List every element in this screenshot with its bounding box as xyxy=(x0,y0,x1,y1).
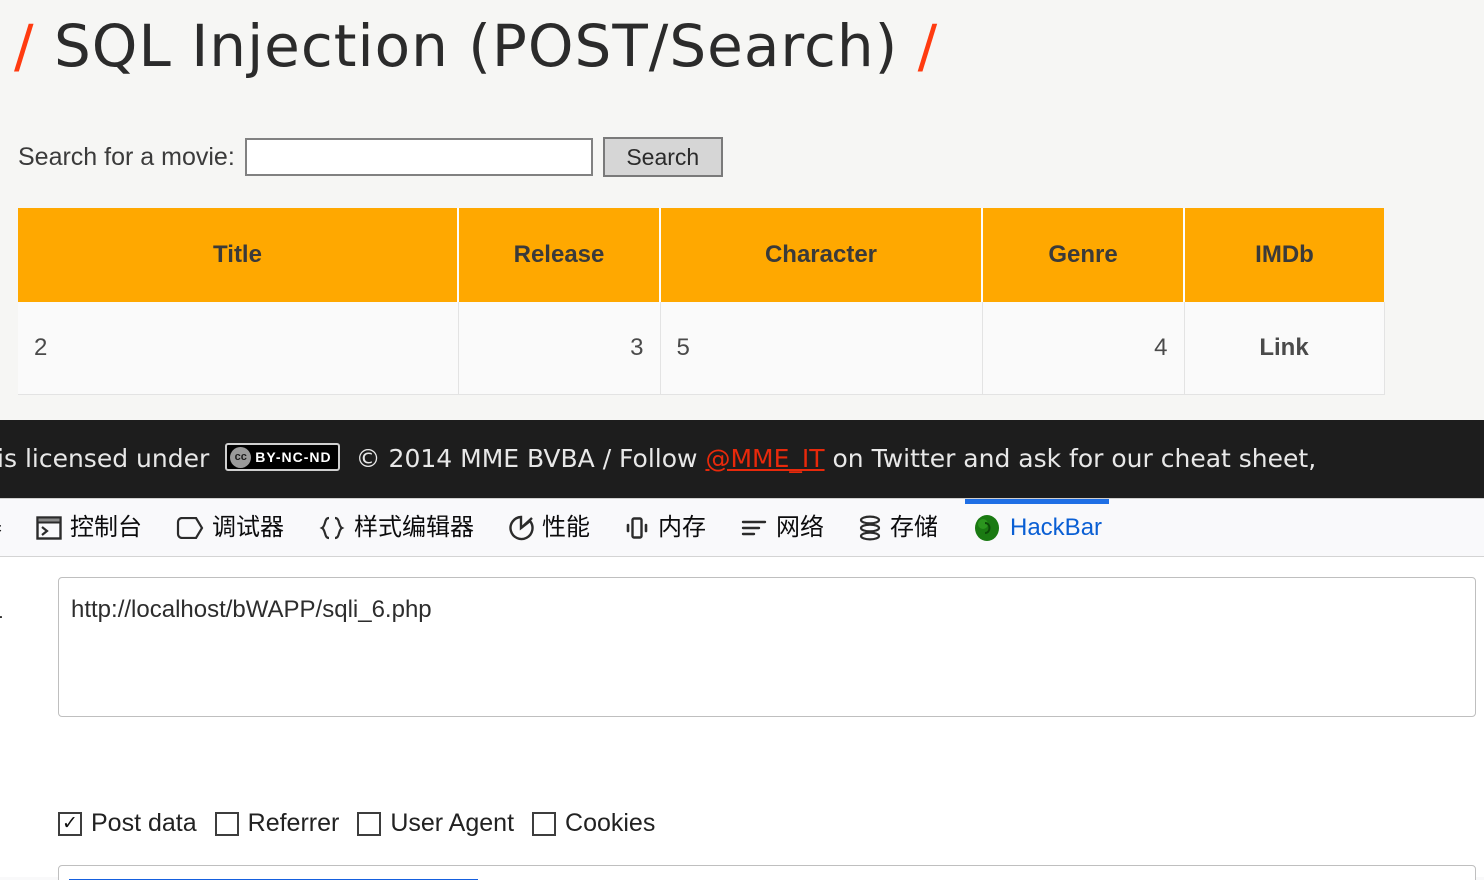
tab-console[interactable]: 控制台 xyxy=(19,499,159,556)
hackbar-options-row: ✓ Post data Referrer User Agent Cookies xyxy=(58,809,673,838)
tab-performance[interactable]: 性能 xyxy=(491,499,607,556)
tab-performance-label: 性能 xyxy=(542,513,590,541)
page-footer: P is licensed under cc BY-NC-ND © 2014 M… xyxy=(0,420,1484,498)
checkbox-cookies-box[interactable] xyxy=(532,811,557,836)
style-editor-icon xyxy=(318,516,346,540)
devtools-panel: 器 控制台 调试器 xyxy=(0,498,1484,880)
tab-storage-label: 存储 xyxy=(890,513,938,541)
tab-console-label: 控制台 xyxy=(70,513,142,541)
title-slash-right: / xyxy=(917,12,939,80)
checkbox-referrer-label: Referrer xyxy=(247,809,340,837)
hackbar-url-row: RL L xyxy=(0,577,1484,717)
performance-icon xyxy=(508,515,534,541)
tab-memory[interactable]: 内存 xyxy=(607,499,723,556)
debugger-icon xyxy=(176,516,204,539)
page-title-text: SQL Injection (POST/Search) xyxy=(53,12,899,80)
cell-release: 3 xyxy=(458,302,661,395)
hackbar-panel: RL L ✓ Post data Referrer User Agent xyxy=(0,557,1484,880)
screen-root: / SQL Injection (POST/Search) / Search f… xyxy=(0,0,1484,880)
tab-inspector[interactable]: 器 xyxy=(0,499,19,556)
cell-imdb-link[interactable]: Link xyxy=(1184,302,1385,395)
checkbox-user-agent[interactable]: User Agent xyxy=(357,809,514,838)
checkbox-cookies-label: Cookies xyxy=(565,809,656,837)
search-input[interactable] xyxy=(244,138,593,176)
footer-copyright: © 2014 MME BVBA / Follow xyxy=(355,444,698,473)
url-label: RL xyxy=(0,599,3,623)
tab-style-editor-label: 样式编辑器 xyxy=(354,513,474,541)
column-header-title[interactable]: Title xyxy=(18,208,459,302)
tab-network-label: 网络 xyxy=(776,513,824,541)
tab-debugger-label: 调试器 xyxy=(212,513,284,541)
memory-icon xyxy=(624,516,650,540)
tab-network[interactable]: 网络 xyxy=(723,499,841,556)
tab-style-editor[interactable]: 样式编辑器 xyxy=(301,499,491,556)
checkbox-user-agent-box[interactable] xyxy=(357,811,382,836)
column-header-imdb[interactable]: IMDb xyxy=(1184,208,1384,302)
column-header-release[interactable]: Release xyxy=(458,208,661,302)
checkbox-user-agent-label: User Agent xyxy=(390,809,515,837)
page-title: / SQL Injection (POST/Search) / xyxy=(14,2,938,90)
storage-icon xyxy=(858,514,882,541)
checkbox-post-data-label: Post data xyxy=(91,809,197,837)
checkbox-referrer-box[interactable] xyxy=(214,811,239,836)
devtools-tabbar: 器 控制台 调试器 xyxy=(0,499,1484,557)
tab-hackbar[interactable]: HackBar xyxy=(955,499,1119,556)
checkbox-post-data-box[interactable]: ✓ xyxy=(58,811,82,836)
search-button[interactable]: Search xyxy=(602,137,723,177)
tab-inspector-label: 器 xyxy=(0,515,2,540)
hackbar-icon xyxy=(972,513,1002,543)
post-data-input[interactable]: title=1%'union select 1,2,3,4,5,6,7 #+ xyxy=(58,865,1476,880)
console-icon xyxy=(36,515,62,540)
tab-hackbar-label: HackBar xyxy=(1010,513,1103,541)
creative-commons-badge-icon: cc BY-NC-ND xyxy=(225,443,340,471)
column-header-genre[interactable]: Genre xyxy=(982,208,1185,302)
title-slash-left: / xyxy=(14,12,35,80)
cell-title: 2 xyxy=(18,302,459,395)
footer-text: P is licensed under cc BY-NC-ND © 2014 M… xyxy=(0,443,1317,474)
bwapp-page: / SQL Injection (POST/Search) / Search f… xyxy=(0,0,1484,420)
network-icon xyxy=(740,517,768,539)
checkbox-referrer[interactable]: Referrer xyxy=(214,809,340,838)
tab-memory-label: 内存 xyxy=(658,513,706,541)
search-form: Search for a movie: Search xyxy=(18,137,723,177)
cc-terms-label: BY-NC-ND xyxy=(255,449,332,465)
twitter-handle-link[interactable]: @MME_IT xyxy=(705,444,824,473)
hackbar-side-column: RL L xyxy=(0,577,30,703)
search-label: Search for a movie: xyxy=(18,142,235,171)
cell-genre: 4 xyxy=(982,302,1185,395)
results-table: Title Release Character Genre IMDb 2 3 5… xyxy=(18,208,1385,395)
tab-debugger[interactable]: 调试器 xyxy=(159,499,301,556)
checkbox-cookies[interactable]: Cookies xyxy=(532,809,655,838)
table-header-row: Title Release Character Genre IMDb xyxy=(18,208,1384,302)
checkbox-post-data[interactable]: ✓ Post data xyxy=(58,809,197,838)
column-header-character[interactable]: Character xyxy=(660,208,983,302)
tab-storage[interactable]: 存储 xyxy=(841,499,955,556)
footer-tail-text: on Twitter and ask for our cheat sheet, xyxy=(832,444,1317,473)
footer-license-text: P is licensed under xyxy=(0,444,210,473)
cc-circle-icon: cc xyxy=(230,446,252,468)
table-row: 2 3 5 4 Link xyxy=(18,302,1385,395)
cell-character: 5 xyxy=(660,302,983,395)
url-input[interactable] xyxy=(58,577,1476,717)
